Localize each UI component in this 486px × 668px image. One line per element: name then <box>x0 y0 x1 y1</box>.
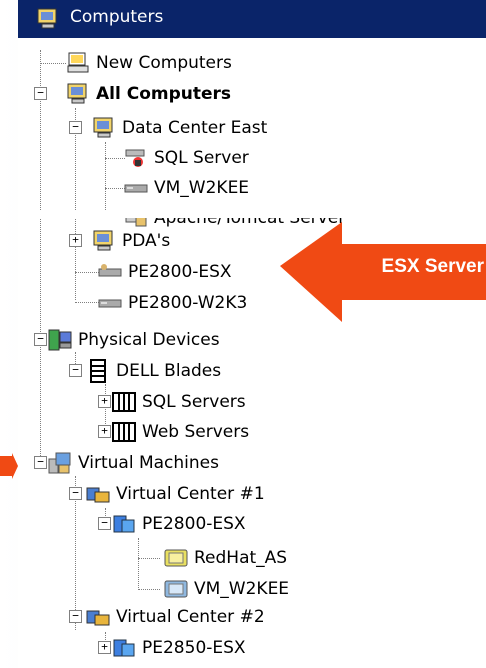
server-icon <box>124 176 148 200</box>
collapse-data-center-east-expander[interactable]: − <box>69 121 82 134</box>
tree-line <box>40 50 41 462</box>
tree-node-label: Web Servers <box>142 422 250 442</box>
vm-icon <box>164 577 188 601</box>
collapse-virtual-center-2-expander[interactable]: − <box>69 610 82 623</box>
tree-node-label: Physical Devices <box>78 330 220 350</box>
computer-group-icon <box>66 82 90 106</box>
tree-node-physical-devices[interactable]: Physical Devices <box>48 325 220 355</box>
collapse-virtual-center-1-expander[interactable]: − <box>69 487 82 500</box>
callout-label: ESX Server <box>381 256 484 277</box>
scroll-clip <box>18 210 486 218</box>
tree-node-sql-servers[interactable]: SQL Servers <box>112 387 246 417</box>
side-arrow-pointer <box>0 453 18 479</box>
tree-line <box>105 188 125 189</box>
computers-tree-panel: Computers − − + − − + + − − − − + New Co… <box>18 0 486 668</box>
tree-node-pe2800-w2k3[interactable]: PE2800-W2K3 <box>98 288 247 318</box>
tree-node-label: RedHat_AS <box>194 548 288 568</box>
collapse-all-computers-expander[interactable]: − <box>34 87 47 100</box>
esx-host-icon <box>112 636 136 660</box>
tree-line <box>138 538 139 590</box>
expand-pdas-expander[interactable]: + <box>69 234 82 247</box>
computer-group-icon <box>92 229 116 253</box>
tree-line <box>138 558 160 559</box>
collapse-pe2800-esx-expander[interactable]: − <box>98 517 111 530</box>
virtual-machines-icon <box>48 451 72 475</box>
tree-node-pdas[interactable]: PDA's <box>92 226 170 256</box>
tree-node-data-center-east[interactable]: Data Center East <box>92 113 267 143</box>
tree-node-label: DELL Blades <box>116 361 222 381</box>
expand-pe2850-esx-expander[interactable]: + <box>98 641 111 654</box>
tree-node-virtual-machines[interactable]: Virtual Machines <box>48 448 219 478</box>
tree-node-label: VM_W2KEE <box>154 178 250 198</box>
sql-server-icon <box>124 146 148 170</box>
tree-node-label: PDA's <box>122 231 171 251</box>
tree-node-label: SQL Servers <box>142 392 246 412</box>
virtual-center-icon <box>86 482 110 506</box>
tree-line <box>138 589 160 590</box>
tree-node-pe2800-esx-host[interactable]: PE2800-ESX <box>112 509 246 539</box>
server-icon <box>98 291 122 315</box>
tree-node-new-computers[interactable]: New Computers <box>66 48 232 78</box>
expand-sql-servers-expander[interactable]: + <box>98 395 111 408</box>
tree-node-vm-w2kee-vm[interactable]: VM_W2KEE <box>164 574 289 604</box>
tree-node-all-computers[interactable]: All Computers <box>66 79 231 109</box>
tree-node-pe2800-esx[interactable]: PE2800-ESX <box>98 257 232 287</box>
tree-node-label: PE2850-ESX <box>142 638 246 658</box>
tree-node-label: PE2800-ESX <box>142 514 246 534</box>
blade-chassis-icon <box>86 359 110 383</box>
tree-line <box>40 63 66 64</box>
tree-node-label: SQL Server <box>154 148 249 168</box>
tree-node-label: Virtual Center #2 <box>116 607 265 627</box>
tree-node-dell-blades[interactable]: DELL Blades <box>86 356 221 386</box>
collapse-dell-blades-expander[interactable]: − <box>69 364 82 377</box>
tree-line <box>105 158 125 159</box>
tree-line <box>75 302 99 303</box>
tree-node-web-servers[interactable]: Web Servers <box>112 417 249 447</box>
computers-icon <box>36 7 60 35</box>
collapse-virtual-machines-expander[interactable]: − <box>34 456 47 469</box>
computer-group-icon <box>92 116 116 140</box>
tree-node-sql-server[interactable]: SQL Server <box>124 143 249 173</box>
tree-node-label: PE2800-W2K3 <box>128 293 248 313</box>
blade-rack-icon <box>112 390 136 414</box>
virtual-center-icon <box>86 605 110 629</box>
tree-node-label: VM_W2KEE <box>194 579 290 599</box>
expand-web-servers-expander[interactable]: + <box>98 425 111 438</box>
tree-node-label: PE2800-ESX <box>128 262 232 282</box>
tree-node-virtual-center-2[interactable]: Virtual Center #2 <box>86 602 265 632</box>
vm-icon <box>164 546 188 570</box>
tree-line <box>105 142 106 218</box>
physical-devices-icon <box>48 328 72 352</box>
tree-header[interactable]: Computers <box>18 0 486 38</box>
tree-line <box>75 272 99 273</box>
tree-node-label: Data Center East <box>122 118 268 138</box>
slide-background: Computers − − + − − + + − − − − + New Co… <box>0 0 486 668</box>
blade-rack-icon <box>112 420 136 444</box>
tree-node-vm-w2kee[interactable]: VM_W2KEE <box>124 173 249 203</box>
server-icon <box>98 260 122 284</box>
esx-server-callout: ESX Server <box>280 222 486 322</box>
tree-node-label: Virtual Machines <box>78 453 219 473</box>
collapse-physical-devices-expander[interactable]: − <box>34 333 47 346</box>
tree-node-label: New Computers <box>96 53 232 73</box>
tree-node-virtual-center-1[interactable]: Virtual Center #1 <box>86 479 265 509</box>
esx-host-icon <box>112 512 136 536</box>
tree-node-label: All Computers <box>96 84 232 104</box>
tree-node-label: Virtual Center #1 <box>116 484 265 504</box>
tree-header-title: Computers <box>70 7 164 27</box>
new-computers-icon <box>66 51 90 75</box>
tree-node-pe2850-esx[interactable]: PE2850-ESX <box>112 633 246 663</box>
tree-node-redhat-as[interactable]: RedHat_AS <box>164 543 287 573</box>
